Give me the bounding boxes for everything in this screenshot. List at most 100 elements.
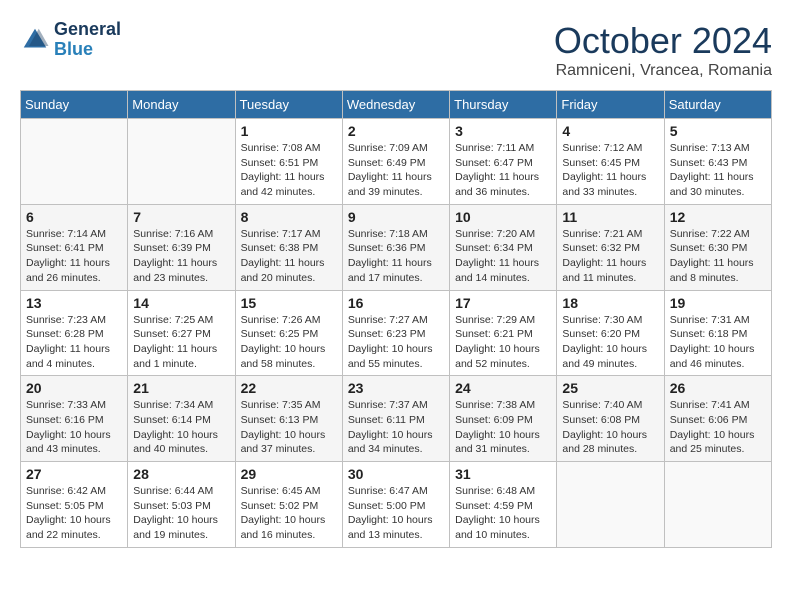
day-info: Sunrise: 6:48 AM Sunset: 4:59 PM Dayligh… bbox=[455, 484, 551, 543]
day-number: 2 bbox=[348, 123, 444, 139]
day-number: 25 bbox=[562, 380, 658, 396]
day-number: 24 bbox=[455, 380, 551, 396]
day-info: Sunrise: 7:25 AM Sunset: 6:27 PM Dayligh… bbox=[133, 313, 229, 372]
day-info: Sunrise: 7:08 AM Sunset: 6:51 PM Dayligh… bbox=[241, 141, 337, 200]
day-info: Sunrise: 6:44 AM Sunset: 5:03 PM Dayligh… bbox=[133, 484, 229, 543]
calendar-day-cell: 9 Sunrise: 7:18 AM Sunset: 6:36 PM Daylig… bbox=[342, 204, 449, 290]
logo-line2: Blue bbox=[54, 40, 121, 60]
calendar-week-row: 1 Sunrise: 7:08 AM Sunset: 6:51 PM Daylig… bbox=[21, 119, 772, 205]
calendar-day-cell: 30Sunrise: 6:47 AM Sunset: 5:00 PM Dayli… bbox=[342, 462, 449, 548]
day-info: Sunrise: 7:35 AM Sunset: 6:13 PM Dayligh… bbox=[241, 398, 337, 457]
day-number: 17 bbox=[455, 295, 551, 311]
calendar-day-cell: 29 Sunrise: 6:45 AM Sunset: 5:02 PM Dayli… bbox=[235, 462, 342, 548]
calendar-day-cell: 31 Sunrise: 6:48 AM Sunset: 4:59 PM Dayli… bbox=[450, 462, 557, 548]
calendar-day-cell: 4Sunrise: 7:12 AM Sunset: 6:45 PM Daylig… bbox=[557, 119, 664, 205]
calendar-day-cell bbox=[21, 119, 128, 205]
day-number: 23 bbox=[348, 380, 444, 396]
calendar-day-cell: 13 Sunrise: 7:23 AM Sunset: 6:28 PM Dayli… bbox=[21, 290, 128, 376]
day-info: Sunrise: 6:45 AM Sunset: 5:02 PM Dayligh… bbox=[241, 484, 337, 543]
calendar-day-cell: 7 Sunrise: 7:16 AM Sunset: 6:39 PM Daylig… bbox=[128, 204, 235, 290]
day-number: 29 bbox=[241, 466, 337, 482]
calendar-day-cell: 5 Sunrise: 7:13 AM Sunset: 6:43 PM Daylig… bbox=[664, 119, 771, 205]
day-number: 8 bbox=[241, 209, 337, 225]
calendar-table: SundayMondayTuesdayWednesdayThursdayFrid… bbox=[20, 90, 772, 548]
calendar-day-cell: 3 Sunrise: 7:11 AM Sunset: 6:47 PM Daylig… bbox=[450, 119, 557, 205]
day-info: Sunrise: 7:29 AM Sunset: 6:21 PM Dayligh… bbox=[455, 313, 551, 372]
day-number: 18 bbox=[562, 295, 658, 311]
calendar-day-cell: 18Sunrise: 7:30 AM Sunset: 6:20 PM Dayli… bbox=[557, 290, 664, 376]
calendar-day-cell: 19Sunrise: 7:31 AM Sunset: 6:18 PM Dayli… bbox=[664, 290, 771, 376]
day-info: Sunrise: 7:26 AM Sunset: 6:25 PM Dayligh… bbox=[241, 313, 337, 372]
calendar-day-cell: 6 Sunrise: 7:14 AM Sunset: 6:41 PM Daylig… bbox=[21, 204, 128, 290]
calendar-day-cell: 14 Sunrise: 7:25 AM Sunset: 6:27 PM Dayli… bbox=[128, 290, 235, 376]
calendar-day-cell: 16Sunrise: 7:27 AM Sunset: 6:23 PM Dayli… bbox=[342, 290, 449, 376]
day-number: 5 bbox=[670, 123, 766, 139]
day-number: 10 bbox=[455, 209, 551, 225]
page-header: General Blue October 2024 Ramniceni, Vra… bbox=[20, 20, 772, 80]
calendar-week-row: 13 Sunrise: 7:23 AM Sunset: 6:28 PM Dayli… bbox=[21, 290, 772, 376]
day-info: Sunrise: 7:23 AM Sunset: 6:28 PM Dayligh… bbox=[26, 313, 122, 372]
calendar-day-cell bbox=[128, 119, 235, 205]
day-info: Sunrise: 7:09 AM Sunset: 6:49 PM Dayligh… bbox=[348, 141, 444, 200]
day-number: 26 bbox=[670, 380, 766, 396]
calendar-day-cell: 10 Sunrise: 7:20 AM Sunset: 6:34 PM Dayli… bbox=[450, 204, 557, 290]
calendar-day-cell: 28Sunrise: 6:44 AM Sunset: 5:03 PM Dayli… bbox=[128, 462, 235, 548]
title-block: October 2024 Ramniceni, Vrancea, Romania bbox=[554, 20, 772, 80]
day-number: 7 bbox=[133, 209, 229, 225]
month-title: October 2024 bbox=[554, 20, 772, 62]
day-number: 27 bbox=[26, 466, 122, 482]
day-info: Sunrise: 7:27 AM Sunset: 6:23 PM Dayligh… bbox=[348, 313, 444, 372]
day-number: 14 bbox=[133, 295, 229, 311]
day-info: Sunrise: 7:12 AM Sunset: 6:45 PM Dayligh… bbox=[562, 141, 658, 200]
logo-icon bbox=[20, 25, 50, 55]
day-info: Sunrise: 7:22 AM Sunset: 6:30 PM Dayligh… bbox=[670, 227, 766, 286]
calendar-day-cell: 11 Sunrise: 7:21 AM Sunset: 6:32 PM Dayli… bbox=[557, 204, 664, 290]
day-number: 31 bbox=[455, 466, 551, 482]
weekday-header: Friday bbox=[557, 91, 664, 119]
day-info: Sunrise: 7:34 AM Sunset: 6:14 PM Dayligh… bbox=[133, 398, 229, 457]
weekday-header-row: SundayMondayTuesdayWednesdayThursdayFrid… bbox=[21, 91, 772, 119]
weekday-header: Monday bbox=[128, 91, 235, 119]
day-info: Sunrise: 7:41 AM Sunset: 6:06 PM Dayligh… bbox=[670, 398, 766, 457]
calendar-day-cell: 12 Sunrise: 7:22 AM Sunset: 6:30 PM Dayli… bbox=[664, 204, 771, 290]
calendar-day-cell: 21 Sunrise: 7:34 AM Sunset: 6:14 PM Dayli… bbox=[128, 376, 235, 462]
day-number: 21 bbox=[133, 380, 229, 396]
location-subtitle: Ramniceni, Vrancea, Romania bbox=[554, 62, 772, 80]
calendar-day-cell: 8Sunrise: 7:17 AM Sunset: 6:38 PM Daylig… bbox=[235, 204, 342, 290]
calendar-week-row: 27 Sunrise: 6:42 AM Sunset: 5:05 PM Dayli… bbox=[21, 462, 772, 548]
day-info: Sunrise: 7:33 AM Sunset: 6:16 PM Dayligh… bbox=[26, 398, 122, 457]
calendar-day-cell: 25 Sunrise: 7:40 AM Sunset: 6:08 PM Dayli… bbox=[557, 376, 664, 462]
calendar-day-cell: 1 Sunrise: 7:08 AM Sunset: 6:51 PM Daylig… bbox=[235, 119, 342, 205]
calendar-day-cell: 24Sunrise: 7:38 AM Sunset: 6:09 PM Dayli… bbox=[450, 376, 557, 462]
day-number: 6 bbox=[26, 209, 122, 225]
logo-text: General Blue bbox=[54, 20, 121, 60]
day-info: Sunrise: 7:40 AM Sunset: 6:08 PM Dayligh… bbox=[562, 398, 658, 457]
day-info: Sunrise: 7:20 AM Sunset: 6:34 PM Dayligh… bbox=[455, 227, 551, 286]
day-number: 15 bbox=[241, 295, 337, 311]
day-info: Sunrise: 7:16 AM Sunset: 6:39 PM Dayligh… bbox=[133, 227, 229, 286]
weekday-header: Wednesday bbox=[342, 91, 449, 119]
day-number: 22 bbox=[241, 380, 337, 396]
day-info: Sunrise: 7:21 AM Sunset: 6:32 PM Dayligh… bbox=[562, 227, 658, 286]
day-info: Sunrise: 7:13 AM Sunset: 6:43 PM Dayligh… bbox=[670, 141, 766, 200]
day-number: 1 bbox=[241, 123, 337, 139]
calendar-day-cell bbox=[664, 462, 771, 548]
day-number: 19 bbox=[670, 295, 766, 311]
day-info: Sunrise: 6:42 AM Sunset: 5:05 PM Dayligh… bbox=[26, 484, 122, 543]
day-number: 13 bbox=[26, 295, 122, 311]
day-number: 9 bbox=[348, 209, 444, 225]
day-info: Sunrise: 7:14 AM Sunset: 6:41 PM Dayligh… bbox=[26, 227, 122, 286]
day-info: Sunrise: 7:18 AM Sunset: 6:36 PM Dayligh… bbox=[348, 227, 444, 286]
day-number: 11 bbox=[562, 209, 658, 225]
day-number: 3 bbox=[455, 123, 551, 139]
weekday-header: Saturday bbox=[664, 91, 771, 119]
weekday-header: Thursday bbox=[450, 91, 557, 119]
day-info: Sunrise: 7:11 AM Sunset: 6:47 PM Dayligh… bbox=[455, 141, 551, 200]
calendar-day-cell: 22 Sunrise: 7:35 AM Sunset: 6:13 PM Dayli… bbox=[235, 376, 342, 462]
calendar-day-cell: 26 Sunrise: 7:41 AM Sunset: 6:06 PM Dayli… bbox=[664, 376, 771, 462]
calendar-day-cell: 20Sunrise: 7:33 AM Sunset: 6:16 PM Dayli… bbox=[21, 376, 128, 462]
day-info: Sunrise: 7:37 AM Sunset: 6:11 PM Dayligh… bbox=[348, 398, 444, 457]
day-number: 12 bbox=[670, 209, 766, 225]
calendar-day-cell: 15 Sunrise: 7:26 AM Sunset: 6:25 PM Dayli… bbox=[235, 290, 342, 376]
weekday-header: Sunday bbox=[21, 91, 128, 119]
